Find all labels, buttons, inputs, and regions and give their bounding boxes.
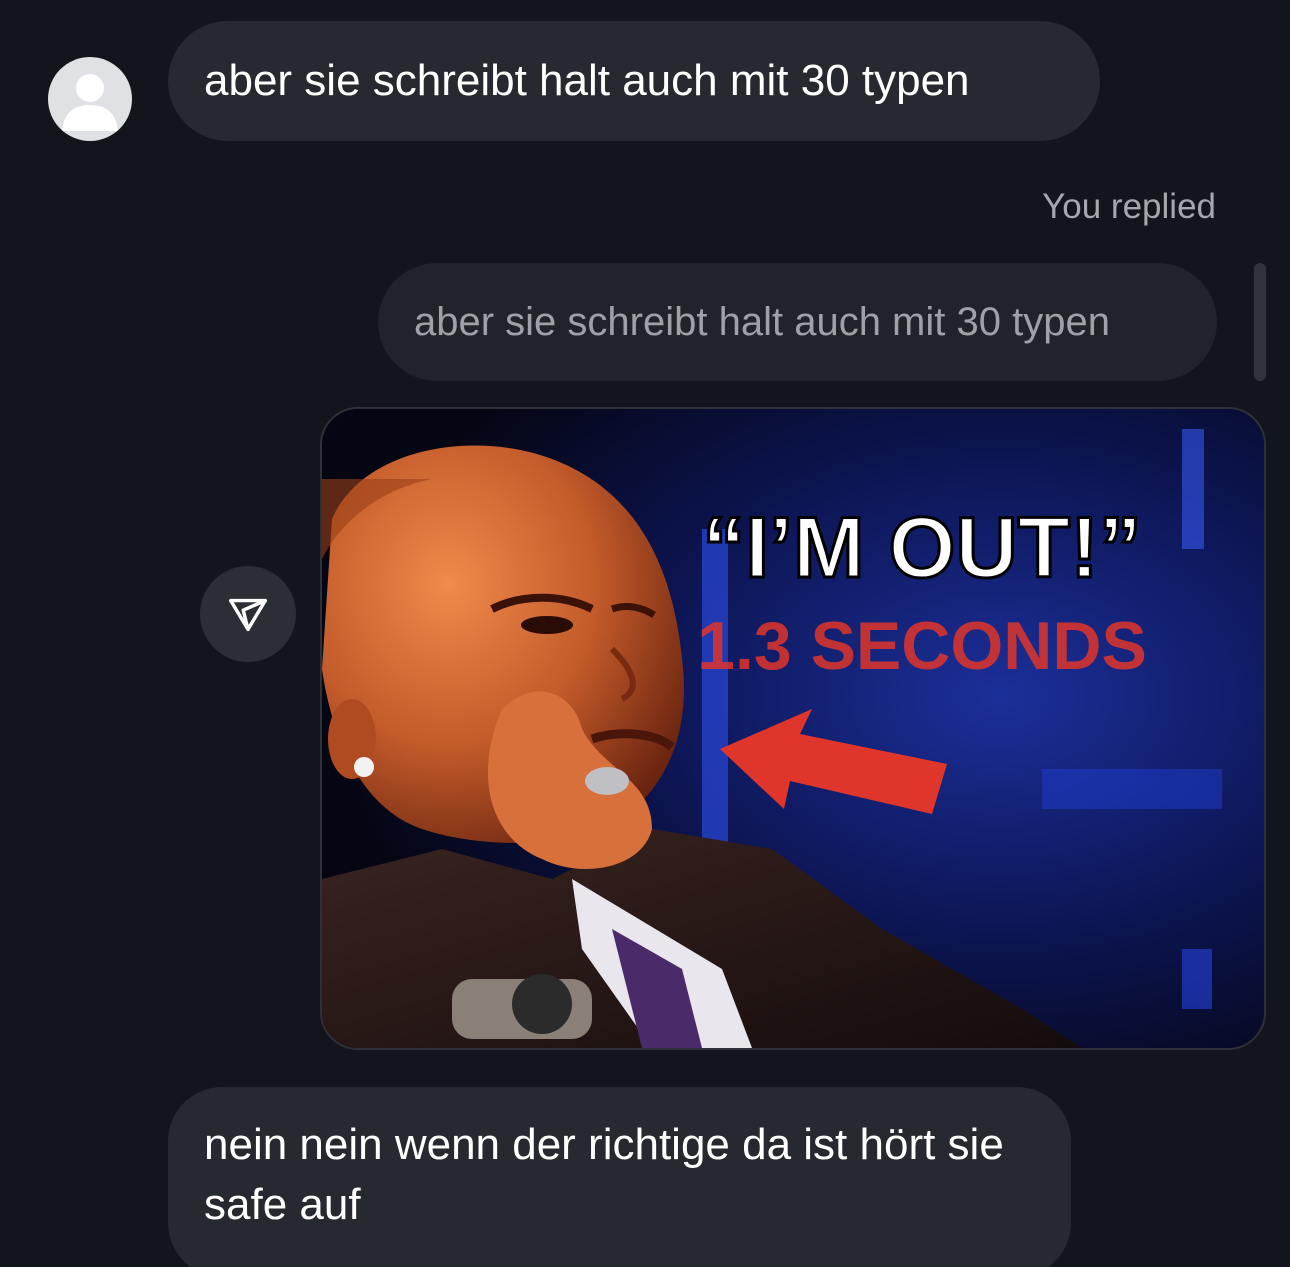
reply-quote-bar (1254, 263, 1266, 381)
shared-image[interactable]: “I’M OUT!” 1.3 SECONDS (320, 407, 1266, 1050)
meme-image: “I’M OUT!” 1.3 SECONDS (322, 409, 1264, 1048)
message-text: nein nein wenn der richtige da ist hört … (204, 1120, 1004, 1229)
quoted-message-text: aber sie schreibt halt auch mit 30 typen (414, 300, 1110, 344)
reply-indicator-label: You replied (1042, 187, 1216, 226)
chat-thread: aber sie schreibt halt auch mit 30 typen… (0, 0, 1290, 1267)
share-button[interactable] (200, 566, 296, 662)
send-icon (229, 598, 267, 632)
user-silhouette-icon (62, 74, 118, 131)
quoted-message[interactable]: aber sie schreibt halt auch mit 30 typen (378, 263, 1217, 381)
message-text: aber sie schreibt halt auch mit 30 typen (204, 56, 970, 105)
overlay-subtitle: 1.3 SECONDS (697, 608, 1147, 684)
message-bubble-incoming[interactable]: aber sie schreibt halt auch mit 30 typen (168, 21, 1100, 141)
overlay-title: “I’M OUT!” (702, 500, 1142, 596)
contact-avatar[interactable] (48, 57, 132, 141)
message-bubble-incoming[interactable]: nein nein wenn der richtige da ist hört … (168, 1087, 1071, 1267)
